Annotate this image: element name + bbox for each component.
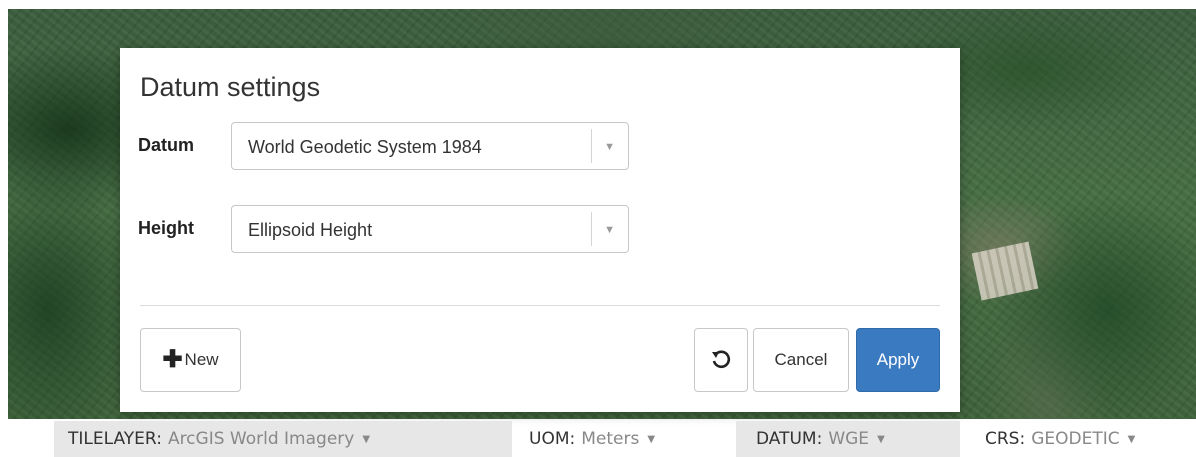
select-separator	[591, 212, 592, 246]
datum-select-value: World Geodetic System 1984	[248, 137, 482, 157]
datum-select[interactable]: World Geodetic System 1984 ▼	[231, 122, 629, 170]
datum-settings-dialog: Datum settings Datum World Geodetic Syst…	[120, 48, 960, 412]
dialog-divider	[140, 305, 940, 306]
reset-icon	[712, 350, 731, 369]
caret-down-icon: ▼	[362, 433, 371, 445]
uom-key: UOM:	[529, 429, 576, 449]
crs-key: CRS:	[985, 429, 1026, 449]
caret-down-icon[interactable]: ▼	[604, 141, 615, 153]
map-building-cluster	[971, 241, 1039, 301]
cancel-button[interactable]: Cancel	[753, 328, 849, 392]
datum-label: Datum	[138, 135, 195, 155]
apply-button[interactable]: Apply	[856, 328, 940, 392]
height-label: Height	[138, 218, 194, 238]
datum-value: WGE	[828, 429, 870, 449]
height-select-value: Ellipsoid Height	[248, 220, 373, 240]
new-button[interactable]: ✚ New	[140, 328, 241, 392]
caret-down-icon: ▼	[877, 433, 885, 445]
tilelayer-key: TILELAYER:	[68, 429, 162, 449]
datum-dropdown[interactable]: DATUM: WGE ▼	[736, 421, 960, 457]
new-button-label: New	[184, 350, 219, 369]
height-select[interactable]: Ellipsoid Height ▼	[231, 205, 629, 253]
crs-dropdown[interactable]: CRS: GEODETIC ▼	[963, 421, 1196, 457]
caret-down-icon[interactable]: ▼	[604, 224, 615, 236]
status-bar: TILELAYER: ArcGIS World Imagery ▼ UOM: M…	[0, 419, 1196, 457]
tilelayer-value: ArcGIS World Imagery	[167, 429, 355, 449]
tilelayer-dropdown[interactable]: TILELAYER: ArcGIS World Imagery ▼	[54, 421, 512, 457]
reset-button[interactable]	[694, 328, 748, 392]
plus-icon: ✚	[162, 346, 183, 373]
datum-key: DATUM:	[756, 429, 823, 449]
caret-down-icon: ▼	[1127, 433, 1136, 445]
caret-down-icon: ▼	[647, 433, 656, 445]
uom-value: Meters	[581, 429, 640, 449]
uom-dropdown[interactable]: UOM: Meters ▼	[515, 421, 733, 457]
dialog-title: Datum settings	[140, 72, 321, 102]
crs-value: GEODETIC	[1031, 429, 1120, 449]
select-separator	[591, 129, 592, 163]
